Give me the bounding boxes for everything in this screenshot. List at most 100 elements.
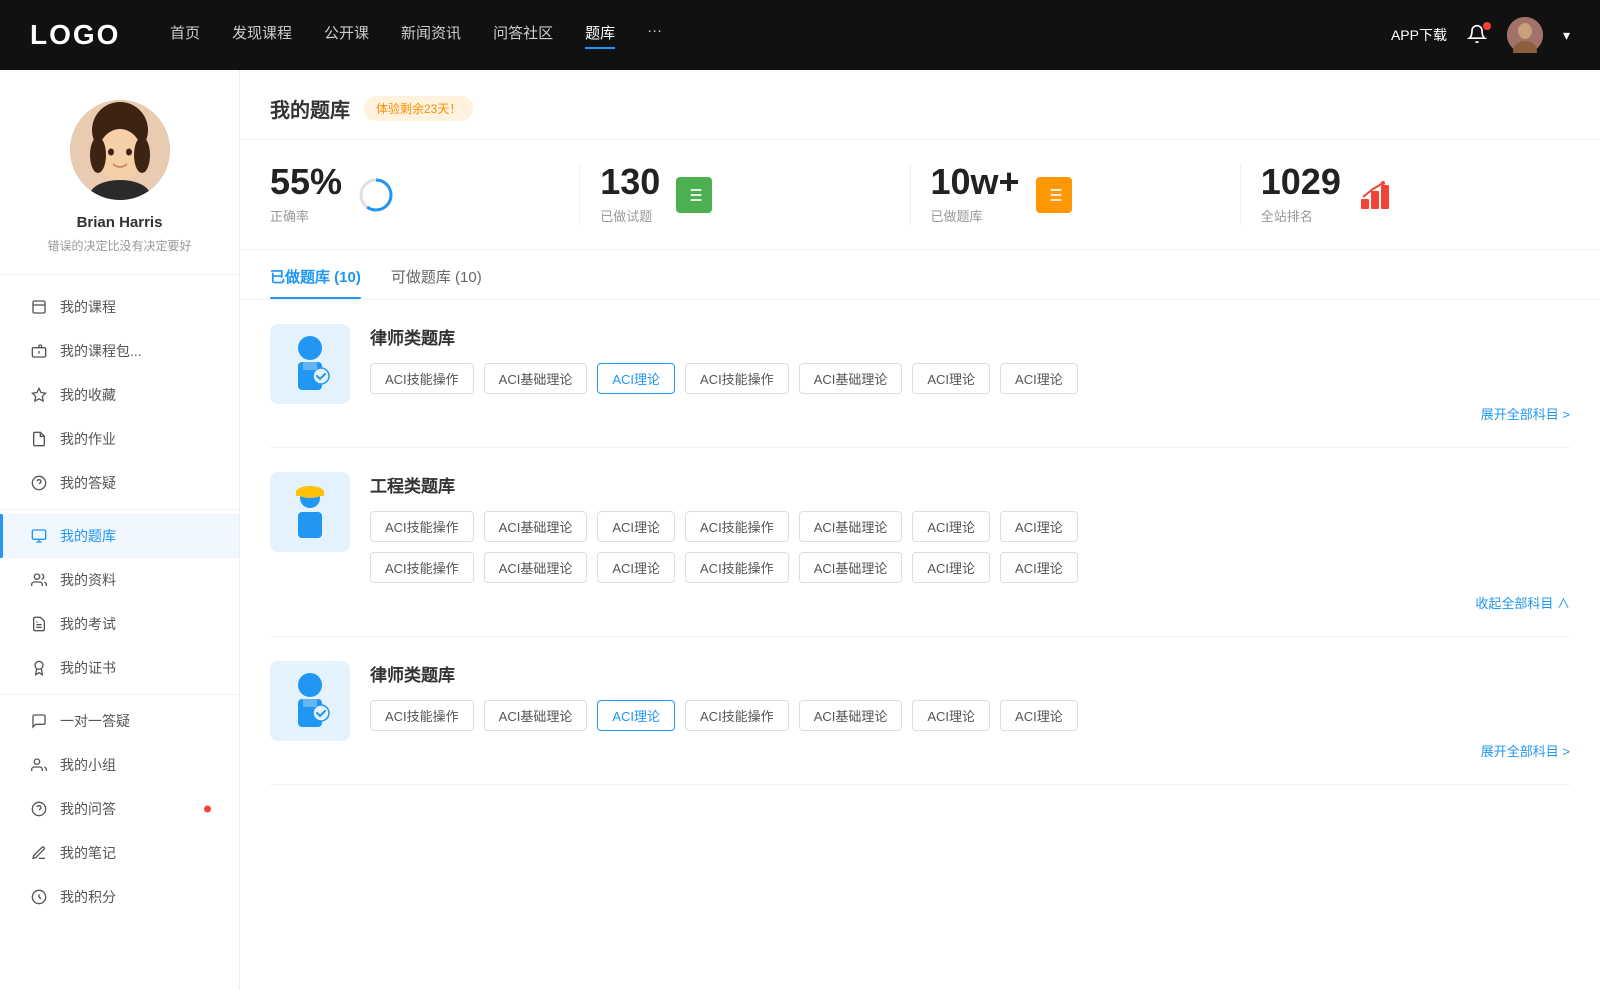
profile-avatar <box>70 100 170 200</box>
expand-link-bank1[interactable]: 展开全部科目 > <box>370 404 1570 423</box>
notification-bell[interactable] <box>1467 24 1487 47</box>
star-icon <box>30 386 48 404</box>
tag-bank1-6[interactable]: ACI理论 <box>1000 363 1078 394</box>
done-questions-icon <box>674 175 714 215</box>
nav-more[interactable]: ··· <box>647 22 662 49</box>
bank-section-lawyer-2: 律师类题库 ACI技能操作 ACI基础理论 ACI理论 ACI技能操作 ACI基… <box>270 637 1570 785</box>
sidebar-label-my-qa: 我的答疑 <box>60 473 116 493</box>
stat-accuracy-label: 正确率 <box>270 206 342 225</box>
tag-bank2-0[interactable]: ACI技能操作 <box>370 511 474 542</box>
user-avatar[interactable] <box>1507 17 1543 53</box>
tag-bank2-3[interactable]: ACI技能操作 <box>685 511 789 542</box>
tag-bank3-4[interactable]: ACI基础理论 <box>799 700 903 731</box>
sidebar-item-favorites[interactable]: 我的收藏 <box>0 373 239 417</box>
nav-discover[interactable]: 发现课程 <box>232 22 292 49</box>
sidebar-label-certificate: 我的证书 <box>60 658 116 678</box>
tag-bank2-r2-2[interactable]: ACI理论 <box>597 552 675 583</box>
nav-question-bank[interactable]: 题库 <box>585 22 615 49</box>
sidebar-item-points[interactable]: 我的积分 <box>0 875 239 919</box>
tag-bank2-r2-3[interactable]: ACI技能操作 <box>685 552 789 583</box>
tag-bank2-6[interactable]: ACI理论 <box>1000 511 1078 542</box>
oneone-icon <box>30 712 48 730</box>
tag-bank2-r2-5[interactable]: ACI理论 <box>912 552 990 583</box>
sidebar-item-my-qa[interactable]: 我的答疑 <box>0 461 239 505</box>
tag-bank3-2[interactable]: ACI理论 <box>597 700 675 731</box>
stat-rank: 1029 全站排名 <box>1261 164 1570 225</box>
tag-bank1-0[interactable]: ACI技能操作 <box>370 363 474 394</box>
package-icon <box>30 342 48 360</box>
nav-open-course[interactable]: 公开课 <box>324 22 369 49</box>
bank-header-2: 工程类题库 ACI技能操作 ACI基础理论 ACI理论 ACI技能操作 ACI基… <box>270 472 1570 612</box>
tag-bank2-1[interactable]: ACI基础理论 <box>484 511 588 542</box>
app-download-button[interactable]: APP下载 <box>1391 25 1447 45</box>
tag-bank2-r2-1[interactable]: ACI基础理论 <box>484 552 588 583</box>
sidebar-item-my-course[interactable]: 我的课程 <box>0 285 239 329</box>
tag-bank3-5[interactable]: ACI理论 <box>912 700 990 731</box>
bank-section-lawyer-1: 律师类题库 ACI技能操作 ACI基础理论 ACI理论 ACI技能操作 ACI基… <box>270 300 1570 448</box>
sidebar-label-question-bank: 我的题库 <box>60 526 116 546</box>
stat-rank-label: 全站排名 <box>1261 206 1341 225</box>
tag-bank2-r2-4[interactable]: ACI基础理论 <box>799 552 903 583</box>
bank-icon-engineer <box>270 472 350 552</box>
bank-body-3: 律师类题库 ACI技能操作 ACI基础理论 ACI理论 ACI技能操作 ACI基… <box>370 661 1570 760</box>
sidebar-item-homework[interactable]: 我的作业 <box>0 417 239 461</box>
sidebar-label-my-course: 我的课程 <box>60 297 116 317</box>
bank-icon <box>30 527 48 545</box>
tag-bank2-r2-6[interactable]: ACI理论 <box>1000 552 1078 583</box>
main-content: 我的题库 体验剩余23天！ 55% 正确率 <box>240 70 1600 990</box>
page-layout: Brian Harris 错误的决定比没有决定要好 我的课程 我的课程包... <box>0 70 1600 990</box>
expand-link-bank3[interactable]: 展开全部科目 > <box>370 741 1570 760</box>
user-dropdown-arrow[interactable]: ▾ <box>1563 27 1570 44</box>
stat-done-questions: 130 已做试题 <box>600 164 910 225</box>
sidebar-item-certificate[interactable]: 我的证书 <box>0 646 239 690</box>
bank-header-1: 律师类题库 ACI技能操作 ACI基础理论 ACI理论 ACI技能操作 ACI基… <box>270 324 1570 423</box>
stat-accuracy-value: 55% <box>270 164 342 200</box>
sidebar-label-homework: 我的作业 <box>60 429 116 449</box>
tag-bank2-r2-0[interactable]: ACI技能操作 <box>370 552 474 583</box>
page-title: 我的题库 <box>270 94 350 123</box>
tag-bank1-1[interactable]: ACI基础理论 <box>484 363 588 394</box>
accuracy-icon <box>356 175 396 215</box>
collapse-link-bank2[interactable]: 收起全部科目 ∧ <box>370 593 1570 612</box>
sidebar-item-question-bank[interactable]: 我的题库 <box>0 514 239 558</box>
tag-bank3-3[interactable]: ACI技能操作 <box>685 700 789 731</box>
nav-news[interactable]: 新闻资讯 <box>401 22 461 49</box>
sidebar-item-one-on-one[interactable]: 一对一答疑 <box>0 699 239 743</box>
bank-body-1: 律师类题库 ACI技能操作 ACI基础理论 ACI理论 ACI技能操作 ACI基… <box>370 324 1570 423</box>
done-banks-icon <box>1034 175 1074 215</box>
trial-badge: 体验剩余23天！ <box>364 96 473 121</box>
notification-dot <box>1483 22 1491 30</box>
nav-home[interactable]: 首页 <box>170 22 200 49</box>
tag-bank1-3[interactable]: ACI技能操作 <box>685 363 789 394</box>
tag-bank2-2[interactable]: ACI理论 <box>597 511 675 542</box>
tag-bank1-2[interactable]: ACI理论 <box>597 363 675 394</box>
sidebar: Brian Harris 错误的决定比没有决定要好 我的课程 我的课程包... <box>0 70 240 990</box>
certificate-icon <box>30 659 48 677</box>
sidebar-item-exam[interactable]: 我的考试 <box>0 602 239 646</box>
sidebar-label-group: 我的小组 <box>60 755 116 775</box>
stat-done-banks-label: 已做题库 <box>931 206 1020 225</box>
tag-bank1-4[interactable]: ACI基础理论 <box>799 363 903 394</box>
tab-done-banks[interactable]: 已做题库 (10) <box>270 250 361 299</box>
sidebar-item-group[interactable]: 我的小组 <box>0 743 239 787</box>
sidebar-label-notes: 我的笔记 <box>60 843 116 863</box>
tag-bank3-6[interactable]: ACI理论 <box>1000 700 1078 731</box>
tab-available-banks[interactable]: 可做题库 (10) <box>391 250 482 299</box>
notes-icon <box>30 844 48 862</box>
tags-row-bank2-row1: ACI技能操作 ACI基础理论 ACI理论 ACI技能操作 ACI基础理论 AC… <box>370 511 1570 542</box>
bank-header-3: 律师类题库 ACI技能操作 ACI基础理论 ACI理论 ACI技能操作 ACI基… <box>270 661 1570 760</box>
nav-qa[interactable]: 问答社区 <box>493 22 553 49</box>
tag-bank1-5[interactable]: ACI理论 <box>912 363 990 394</box>
tag-bank3-0[interactable]: ACI技能操作 <box>370 700 474 731</box>
navbar: LOGO 首页 发现课程 公开课 新闻资讯 问答社区 题库 ··· APP下载 … <box>0 0 1600 70</box>
sidebar-label-exam: 我的考试 <box>60 614 116 634</box>
tag-bank3-1[interactable]: ACI基础理论 <box>484 700 588 731</box>
group-icon <box>30 756 48 774</box>
sidebar-item-notes[interactable]: 我的笔记 <box>0 831 239 875</box>
tag-bank2-5[interactable]: ACI理论 <box>912 511 990 542</box>
sidebar-item-answers[interactable]: 我的问答 <box>0 787 239 831</box>
sidebar-item-material[interactable]: 我的资料 <box>0 558 239 602</box>
sidebar-item-course-package[interactable]: 我的课程包... <box>0 329 239 373</box>
tag-bank2-4[interactable]: ACI基础理论 <box>799 511 903 542</box>
nav-logo: LOGO <box>30 19 130 51</box>
